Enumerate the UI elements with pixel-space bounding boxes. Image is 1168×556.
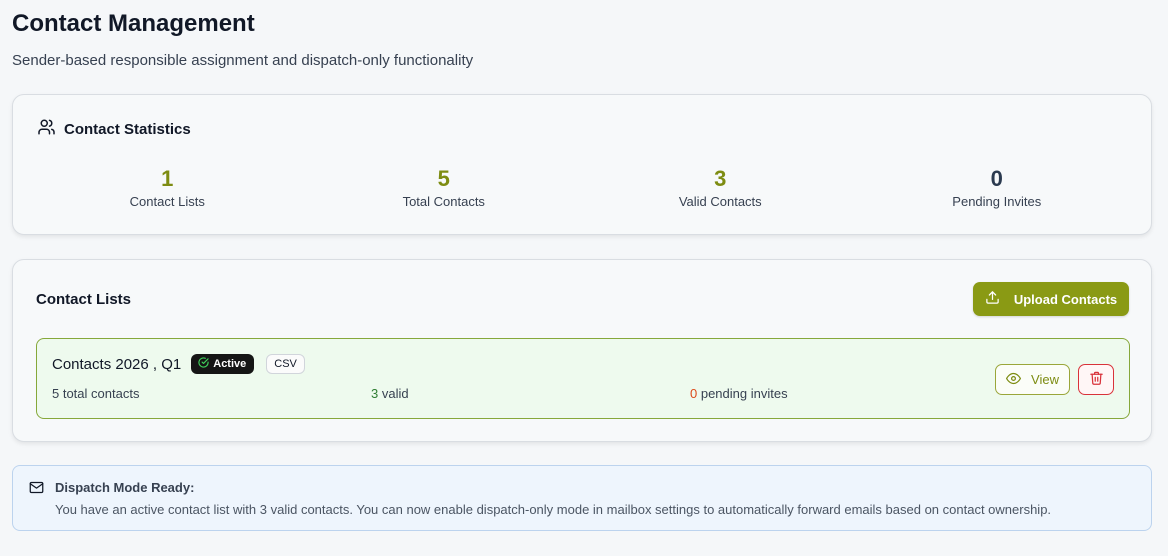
stats-heading-label: Contact Statistics bbox=[64, 120, 191, 138]
stat-contact-lists: 1 Contact Lists bbox=[29, 165, 306, 209]
stat-value: 0 bbox=[990, 166, 1003, 191]
valid-suffix: valid bbox=[378, 386, 409, 401]
pending-suffix: pending invites bbox=[697, 386, 788, 401]
format-badge: CSV bbox=[266, 354, 305, 374]
stat-valid-contacts: 3 Valid Contacts bbox=[582, 165, 859, 209]
alert-text: You have an active contact list with 3 v… bbox=[55, 502, 1052, 517]
stat-value: 1 bbox=[161, 166, 174, 191]
stat-value: 3 bbox=[714, 166, 727, 191]
users-icon bbox=[37, 118, 56, 140]
contact-lists-title: Contact Lists bbox=[36, 291, 132, 308]
mail-icon bbox=[29, 481, 44, 499]
stat-total-contacts: 5 Total Contacts bbox=[306, 165, 583, 209]
status-badge: Active bbox=[191, 354, 255, 374]
contact-statistics-card: Contact Statistics 1 Contact Lists 5 Tot… bbox=[12, 94, 1152, 235]
list-name: Contacts 2026 , Q1 bbox=[52, 355, 182, 373]
contact-lists-card: Contact Lists Upload Contacts Contacts 2… bbox=[12, 259, 1152, 442]
list-name-row: Contacts 2026 , Q1 Active CSV bbox=[52, 354, 305, 374]
view-button[interactable]: View bbox=[995, 364, 1070, 395]
stat-label: Valid Contacts bbox=[678, 194, 762, 209]
stats-heading: Contact Statistics bbox=[37, 118, 191, 140]
total-contacts-text: 5 total contacts bbox=[52, 386, 140, 401]
stat-label: Total Contacts bbox=[402, 194, 485, 209]
delete-button[interactable] bbox=[1078, 364, 1114, 395]
view-label: View bbox=[1031, 372, 1059, 387]
trash-icon bbox=[1089, 370, 1104, 389]
status-badge-label: Active bbox=[213, 358, 247, 370]
page-subtitle: Sender-based responsible assignment and … bbox=[12, 52, 474, 69]
alert-title: Dispatch Mode Ready: bbox=[55, 480, 195, 495]
contact-list-item: Contacts 2026 , Q1 Active CSV 5 total co… bbox=[36, 338, 1130, 419]
page-title: Contact Management bbox=[12, 10, 255, 37]
stat-value: 5 bbox=[437, 166, 450, 191]
upload-contacts-label: Upload Contacts bbox=[1013, 291, 1118, 307]
check-circle-icon bbox=[198, 357, 209, 371]
eye-icon bbox=[1006, 371, 1022, 389]
stat-label: Contact Lists bbox=[129, 194, 205, 209]
stat-pending-invites: 0 Pending Invites bbox=[859, 165, 1136, 209]
valid-contacts-text: 3 valid bbox=[371, 386, 409, 401]
dispatch-mode-alert: Dispatch Mode Ready: You have an active … bbox=[12, 465, 1152, 531]
stats-grid: 1 Contact Lists 5 Total Contacts 3 Valid… bbox=[29, 165, 1135, 209]
upload-contacts-button[interactable]: Upload Contacts bbox=[973, 282, 1129, 316]
stat-label: Pending Invites bbox=[952, 194, 1042, 209]
pending-invites-text: 0 pending invites bbox=[690, 386, 788, 401]
upload-icon bbox=[985, 290, 1000, 308]
